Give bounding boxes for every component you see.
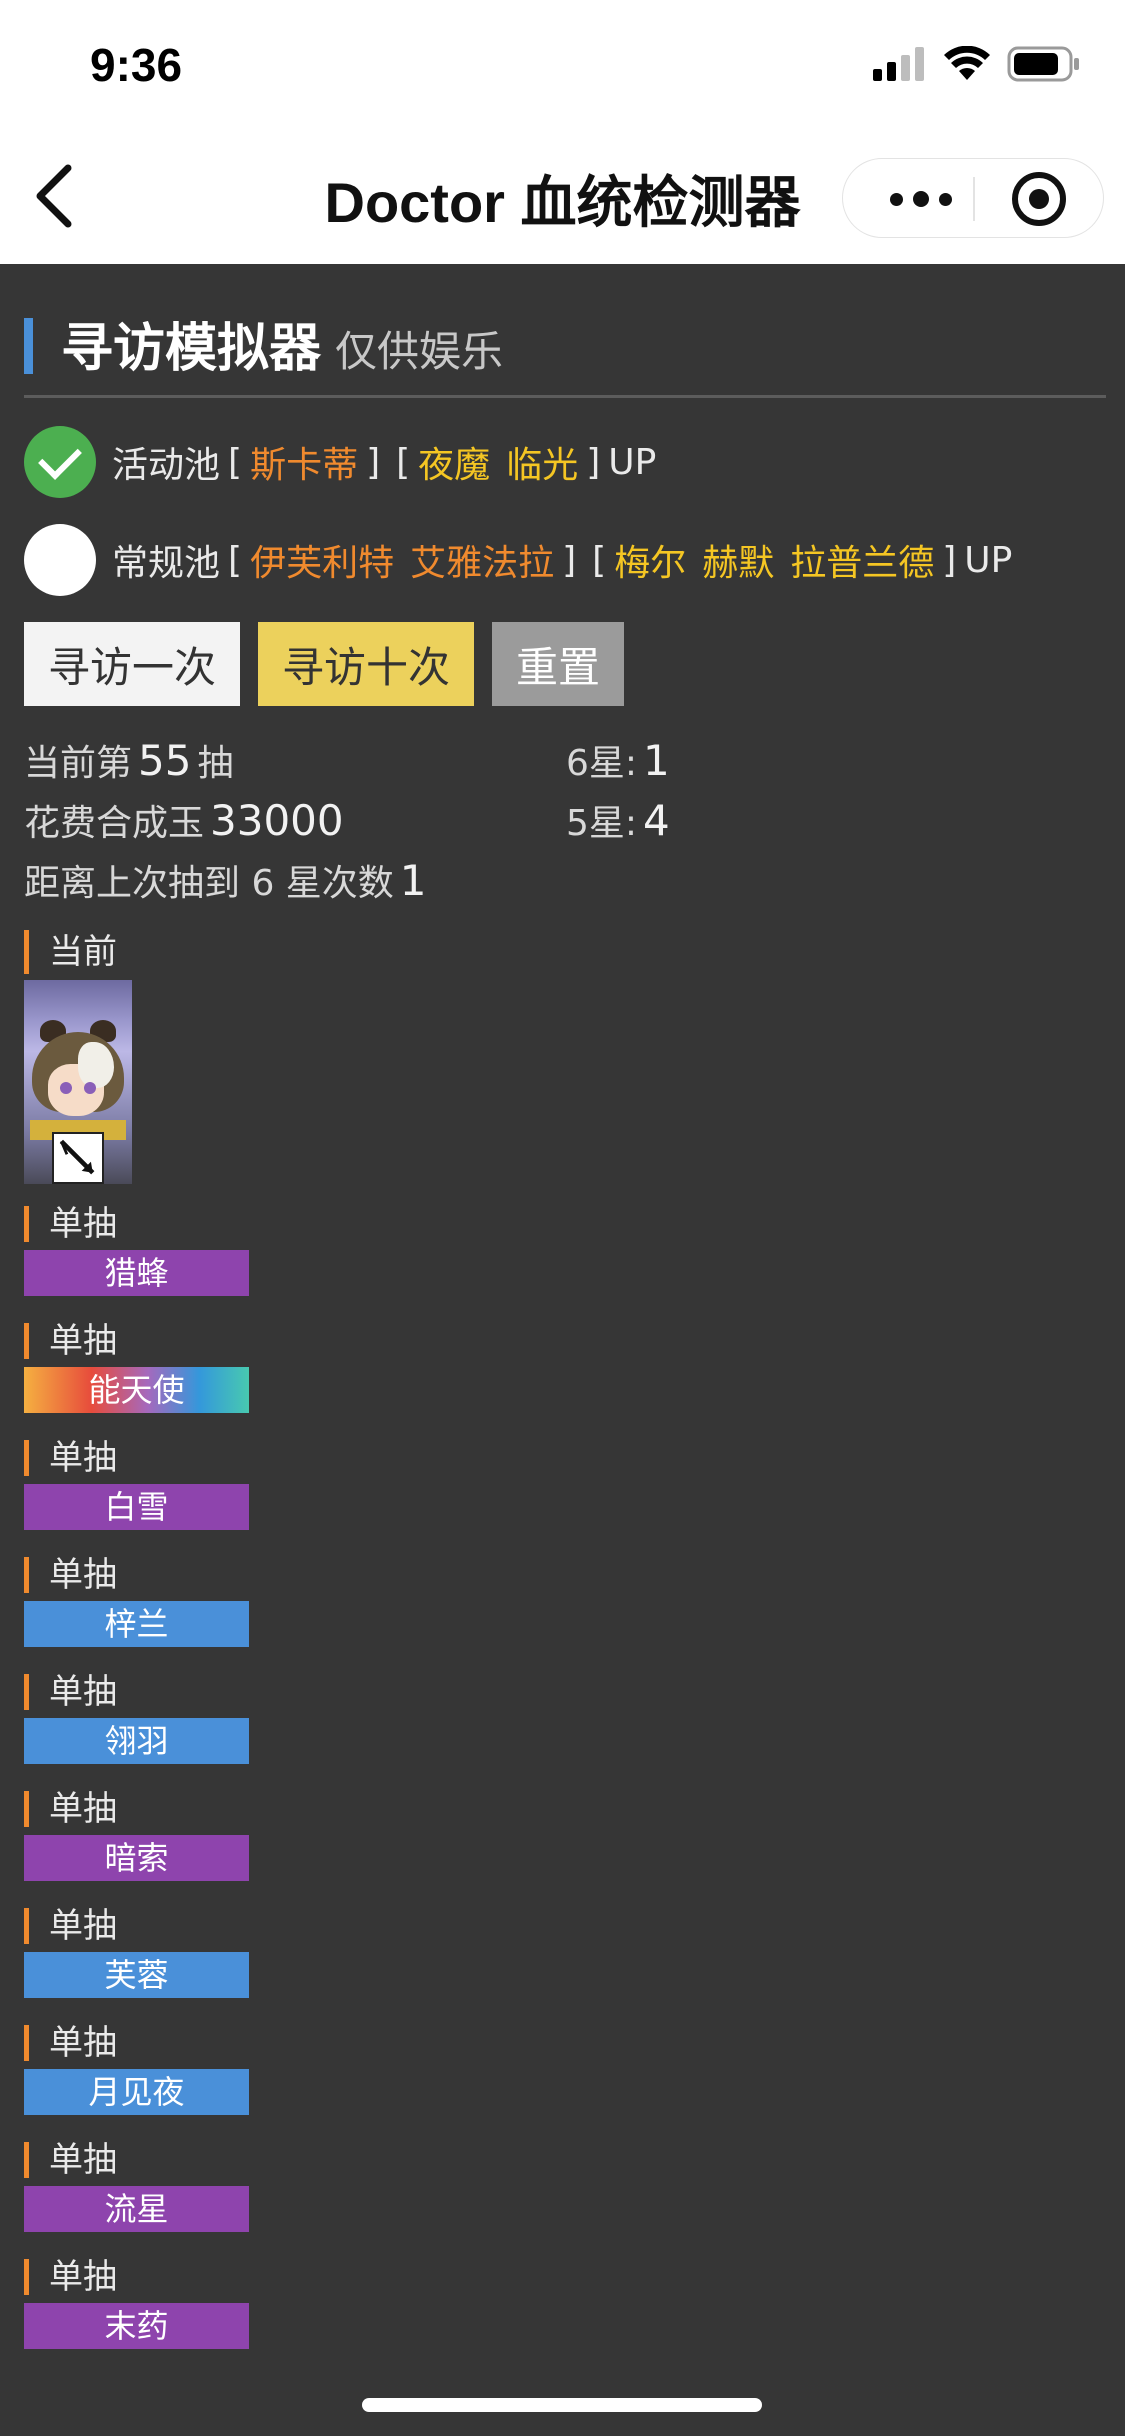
five-star-up-operator: 临光	[506, 445, 579, 486]
class-badge-icon	[52, 1132, 104, 1184]
more-dots-icon[interactable]	[877, 177, 965, 221]
pool-name: 活动池	[112, 445, 221, 486]
single-pull-button[interactable]: 寻访一次	[24, 622, 240, 706]
top-bar: 9:36 Doctor 血统检测器	[0, 0, 1125, 264]
pull-type-label: 单抽	[24, 2259, 117, 2295]
pulls-since-six-star: 距离上次抽到 6 星次数 1	[24, 856, 427, 905]
mini-program-capsule	[842, 158, 1104, 238]
pulled-operator-chip: 末药	[24, 2303, 249, 2349]
signal-icon	[873, 47, 924, 81]
current-label: 当前	[24, 930, 117, 974]
pulled-operator-chip: 能天使	[24, 1367, 249, 1413]
radio-unchecked[interactable]	[24, 524, 96, 596]
pulled-operator-chip: 月见夜	[24, 2069, 249, 2115]
five-star-up-operator: 拉普兰德	[790, 543, 935, 584]
battery-icon	[1007, 46, 1079, 82]
pull-type-label: 单抽	[24, 1908, 117, 1944]
pulled-operator-chip: 猎蜂	[24, 1250, 249, 1296]
close-target-icon[interactable]	[1012, 172, 1066, 226]
pulled-operator-chip: 白雪	[24, 1484, 249, 1530]
pull-type-label: 单抽	[24, 1440, 117, 1476]
current-pull-count: 当前第 55 抽	[24, 736, 234, 785]
status-icons	[873, 46, 1081, 82]
capsule-divider	[973, 177, 975, 221]
five-star-count: 5星: 4	[566, 796, 670, 845]
up-label: UP	[608, 441, 657, 483]
pull-type-label: 单抽	[24, 1791, 117, 1827]
pulled-operator-chip: 流星	[24, 2186, 249, 2232]
pull-type-label: 单抽	[24, 1206, 117, 1242]
pool-name: 常规池	[112, 543, 221, 584]
status-time: 9:36	[90, 39, 183, 91]
five-star-up-operator: 赫默	[702, 543, 775, 584]
pull-type-label: 单抽	[24, 1557, 117, 1593]
check-icon[interactable]	[24, 426, 96, 498]
six-star-count: 6星: 1	[566, 736, 670, 785]
pulled-operator-chip: 梓兰	[24, 1601, 249, 1647]
ten-pull-button[interactable]: 寻访十次	[258, 622, 474, 706]
wifi-icon	[944, 46, 990, 80]
orundum-cost: 花费合成玉 33000	[24, 796, 344, 845]
pull-type-label: 单抽	[24, 1323, 117, 1359]
home-indicator	[362, 2398, 762, 2412]
section-subtitle: 仅供娱乐	[335, 327, 504, 376]
pulled-operator-chip: 翎羽	[24, 1718, 249, 1764]
divider	[24, 395, 1106, 398]
six-star-up-operator: 伊芙利特	[250, 543, 395, 584]
pulled-operator-chip: 芙蓉	[24, 1952, 249, 1998]
pull-type-label: 单抽	[24, 2142, 117, 2178]
section-header: 寻访模拟器 仅供娱乐	[24, 318, 503, 379]
pull-type-label: 单抽	[24, 1674, 117, 1710]
six-star-up-operator: 艾雅法拉	[410, 543, 555, 584]
pool-option-event[interactable]: 活动池 [ 斯卡蒂 ] [ 夜魔 临光 ] UP	[24, 426, 656, 498]
five-star-up-operator: 梅尔	[614, 543, 687, 584]
pool-option-standard[interactable]: 常规池 [ 伊芙利特 艾雅法拉 ] [ 梅尔 赫默 拉普兰德 ] UP	[24, 524, 1012, 596]
operator-portrait	[24, 980, 132, 1184]
pulled-operator-chip: 暗索	[24, 1835, 249, 1881]
six-star-up-operator: 斯卡蒂	[250, 445, 359, 486]
pull-type-label: 单抽	[24, 2025, 117, 2061]
reset-button[interactable]: 重置	[492, 622, 624, 706]
section-title: 寻访模拟器	[61, 319, 322, 379]
five-star-up-operator: 夜魔	[418, 445, 491, 486]
up-label: UP	[964, 539, 1013, 581]
